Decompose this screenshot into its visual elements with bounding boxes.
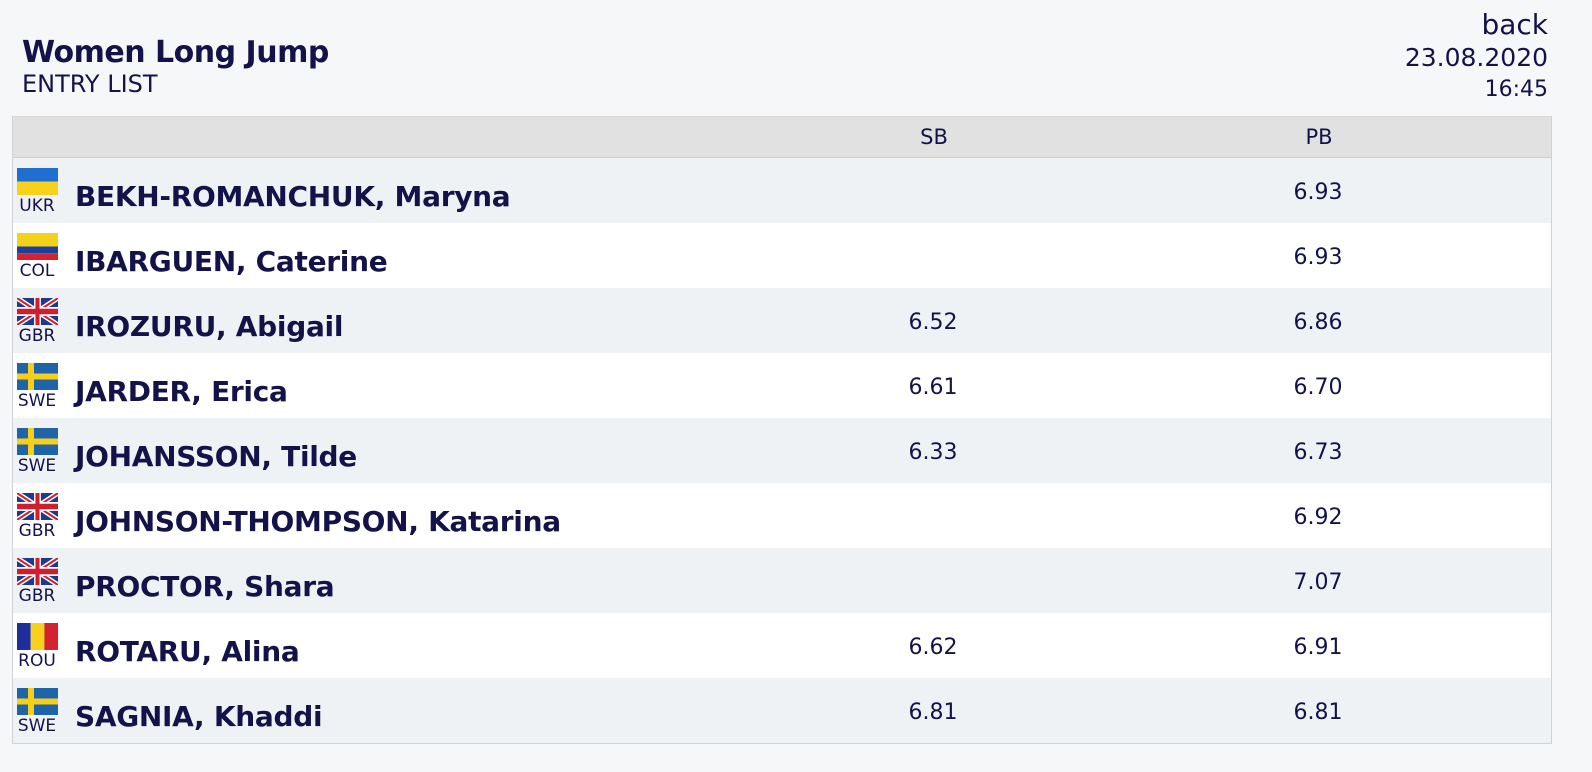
- athlete-name[interactable]: SAGNIA, Khaddi: [75, 701, 323, 733]
- country-cell: SWE: [17, 688, 59, 736]
- table-row: GBR JOHNSON-THOMPSON, Katarina 6.92: [13, 483, 1551, 548]
- table-row: SWE JOHANSSON, Tilde 6.33 6.73: [13, 418, 1551, 483]
- personal-best: 6.86: [1293, 310, 1343, 335]
- ukraine-flag-icon: [17, 168, 58, 195]
- personal-best: 6.92: [1293, 505, 1343, 530]
- athlete-name[interactable]: JARDER, Erica: [75, 376, 288, 408]
- athlete-name[interactable]: PROCTOR, Shara: [75, 571, 335, 603]
- country-code: COL: [19, 261, 55, 281]
- athlete-name[interactable]: JOHNSON-THOMPSON, Katarina: [75, 506, 561, 538]
- sweden-flag-icon: [17, 428, 58, 455]
- column-header-pb: PB: [1305, 125, 1333, 149]
- page-header: Women Long Jump ENTRY LIST back 23.08.20…: [0, 0, 1592, 116]
- country-cell: SWE: [17, 363, 59, 411]
- country-code: SWE: [17, 456, 57, 476]
- athlete-name[interactable]: IROZURU, Abigail: [75, 311, 343, 343]
- country-cell: UKR: [17, 168, 59, 216]
- great-britain-flag-icon: [17, 558, 58, 585]
- personal-best: 6.73: [1293, 440, 1343, 465]
- sweden-flag-icon: [17, 363, 58, 390]
- season-best: 6.61: [908, 375, 958, 400]
- season-best: 6.33: [908, 440, 958, 465]
- country-code: SWE: [17, 716, 57, 736]
- country-code: ROU: [18, 651, 56, 671]
- column-header-sb: SB: [920, 125, 948, 149]
- country-code: GBR: [18, 326, 56, 346]
- country-cell: ROU: [17, 623, 59, 671]
- country-code: GBR: [18, 521, 56, 541]
- country-code: GBR: [18, 586, 56, 606]
- back-link[interactable]: back: [1481, 8, 1548, 42]
- entry-list-table: SB PB UKR BEKH-ROMANCHUK, Maryna 6.93 CO…: [12, 116, 1552, 744]
- athlete-name[interactable]: JOHANSSON, Tilde: [75, 441, 357, 473]
- table-row: COL IBARGUEN, Caterine 6.93: [13, 223, 1551, 288]
- country-cell: GBR: [17, 493, 59, 541]
- event-date: 23.08.2020: [1404, 43, 1548, 72]
- sweden-flag-icon: [17, 688, 58, 715]
- country-cell: GBR: [17, 298, 59, 346]
- athlete-name[interactable]: IBARGUEN, Caterine: [75, 246, 388, 278]
- table-body: UKR BEKH-ROMANCHUK, Maryna 6.93 COL IBAR…: [13, 158, 1551, 743]
- season-best: 6.81: [908, 700, 958, 725]
- event-subtitle: ENTRY LIST: [22, 70, 158, 98]
- country-cell: COL: [17, 233, 59, 281]
- table-row: GBR PROCTOR, Shara 7.07: [13, 548, 1551, 613]
- personal-best: 6.93: [1293, 245, 1343, 270]
- great-britain-flag-icon: [17, 298, 58, 325]
- table-row: GBR IROZURU, Abigail 6.52 6.86: [13, 288, 1551, 353]
- athlete-name[interactable]: ROTARU, Alina: [75, 636, 300, 668]
- athlete-name[interactable]: BEKH-ROMANCHUK, Maryna: [75, 181, 511, 213]
- season-best: 6.62: [908, 635, 958, 660]
- country-cell: GBR: [17, 558, 59, 606]
- personal-best: 6.81: [1293, 700, 1343, 725]
- colombia-flag-icon: [17, 233, 58, 260]
- event-time: 16:45: [1484, 77, 1548, 102]
- table-header: SB PB: [13, 116, 1551, 158]
- romania-flag-icon: [17, 623, 58, 650]
- table-row: SWE JARDER, Erica 6.61 6.70: [13, 353, 1551, 418]
- table-row: SWE SAGNIA, Khaddi 6.81 6.81: [13, 678, 1551, 743]
- country-cell: SWE: [17, 428, 59, 476]
- personal-best: 6.91: [1293, 635, 1343, 660]
- season-best: 6.52: [908, 310, 958, 335]
- table-row: UKR BEKH-ROMANCHUK, Maryna 6.93: [13, 158, 1551, 223]
- country-code: SWE: [17, 391, 57, 411]
- event-title: Women Long Jump: [22, 35, 329, 70]
- personal-best: 6.70: [1293, 375, 1343, 400]
- personal-best: 7.07: [1293, 570, 1343, 595]
- great-britain-flag-icon: [17, 493, 58, 520]
- country-code: UKR: [19, 196, 55, 216]
- personal-best: 6.93: [1293, 180, 1343, 205]
- table-row: ROU ROTARU, Alina 6.62 6.91: [13, 613, 1551, 678]
